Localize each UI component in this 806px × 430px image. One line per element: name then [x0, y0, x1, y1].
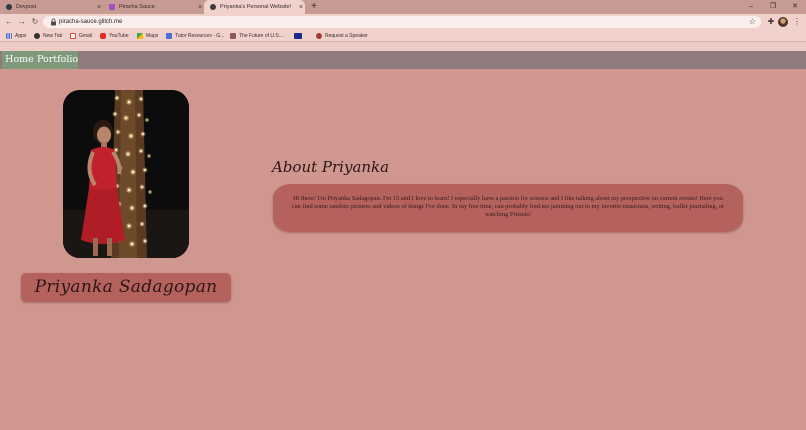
bookmark-label: Request a Speaker — [325, 33, 368, 39]
new-tab-button[interactable]: + — [309, 0, 319, 14]
flag-icon — [230, 33, 236, 39]
close-tab-icon[interactable]: × — [196, 4, 204, 11]
tab-label: Devpost — [16, 4, 37, 10]
gmail-icon — [70, 33, 76, 39]
person-name: Priyanka Sadagopan — [34, 277, 218, 297]
pbs-icon — [294, 33, 302, 39]
lock-icon — [51, 18, 56, 26]
bookmark-label: Gmail — [79, 33, 93, 39]
docs-icon — [166, 33, 172, 39]
about-heading: About Priyanka — [272, 158, 390, 176]
minimize-button[interactable]: – — [740, 0, 762, 14]
tab-devpost[interactable]: Devpost × — [0, 0, 103, 14]
bookmark-pbs[interactable] — [294, 30, 305, 42]
bookmark-label: YouTube — [109, 33, 129, 39]
bookmark-label: New Tab — [43, 33, 63, 39]
url-text: piracha-sauce.glitch.me — [59, 19, 123, 25]
bookmarks-bar: Apps New Tab Gmail YouTube Maps Tutor Re… — [0, 30, 806, 42]
devpost-favicon-icon — [6, 4, 12, 10]
profile-photo — [63, 90, 189, 258]
tab-label: Priyanka's Personal Website! — [220, 4, 292, 10]
menu-icon[interactable]: ⋮ — [791, 16, 803, 28]
bookmark-label: The Future of U.S.... — [239, 33, 285, 39]
bookmark-gmail[interactable]: Gmail — [70, 30, 92, 42]
globe-icon — [34, 33, 40, 39]
nav-home-link[interactable]: Home — [2, 51, 37, 69]
bookmark-label: Apps — [15, 33, 27, 39]
about-paragraph: Hi there! I'm Priyanka Sadagopan. I'm 15… — [291, 195, 725, 219]
profile-avatar[interactable] — [778, 17, 788, 27]
close-tab-icon[interactable]: × — [297, 4, 305, 11]
name-card: Priyanka Sadagopan — [21, 273, 231, 302]
back-button[interactable]: ← — [3, 15, 15, 29]
nav-portfolio-link[interactable]: Portfolio — [37, 51, 78, 69]
extensions-icon[interactable]: ✚ — [765, 16, 777, 28]
bookmark-maps[interactable]: Maps — [137, 30, 158, 42]
bookmark-apps[interactable]: Apps — [6, 30, 26, 42]
bookmark-label: Maps — [146, 33, 159, 39]
reload-button[interactable]: ↻ — [29, 15, 41, 29]
apps-grid-icon — [6, 33, 12, 39]
forward-button[interactable]: → — [16, 15, 28, 29]
bookmark-youtube[interactable]: YouTube — [100, 30, 129, 42]
globe-favicon-icon — [210, 4, 216, 10]
profile-photo-illustration — [63, 90, 189, 258]
bookmark-request-speaker[interactable]: Request a Speaker — [316, 30, 368, 42]
bookmark-new-tab[interactable]: New Tab — [34, 30, 62, 42]
tab-strip: Devpost × Piracha Sauce × Priyanka's Per… — [0, 0, 806, 14]
tab-piracha-sauce[interactable]: Piracha Sauce × — [103, 0, 204, 14]
site-navbar: Home Portfolio — [0, 51, 806, 69]
bookmark-tutor-resources[interactable]: Tutor Resources - G... — [166, 30, 224, 42]
speaker-icon — [316, 33, 322, 39]
maps-icon — [137, 33, 143, 39]
about-card: Hi there! I'm Priyanka Sadagopan. I'm 15… — [273, 184, 743, 232]
bookmark-label: Tutor Resources - G... — [175, 33, 225, 39]
bookmark-star-icon[interactable]: ☆ — [749, 16, 756, 28]
tab-personal-website[interactable]: Priyanka's Personal Website! × — [204, 0, 305, 14]
youtube-icon — [100, 33, 106, 39]
close-window-button[interactable]: ✕ — [784, 0, 806, 14]
browser-toolbar: ← → ↻ piracha-sauce.glitch.me ☆ ✚ ⋮ — [0, 14, 806, 30]
bookmark-future-of-us[interactable]: The Future of U.S.... — [230, 30, 284, 42]
close-tab-icon[interactable]: × — [95, 4, 103, 11]
maximize-button[interactable]: ❐ — [762, 0, 784, 14]
page-top-strip — [0, 42, 806, 51]
tab-label: Piracha Sauce — [119, 4, 155, 10]
address-bar[interactable]: piracha-sauce.glitch.me ☆ — [43, 16, 761, 28]
glitch-favicon-icon — [109, 4, 115, 10]
